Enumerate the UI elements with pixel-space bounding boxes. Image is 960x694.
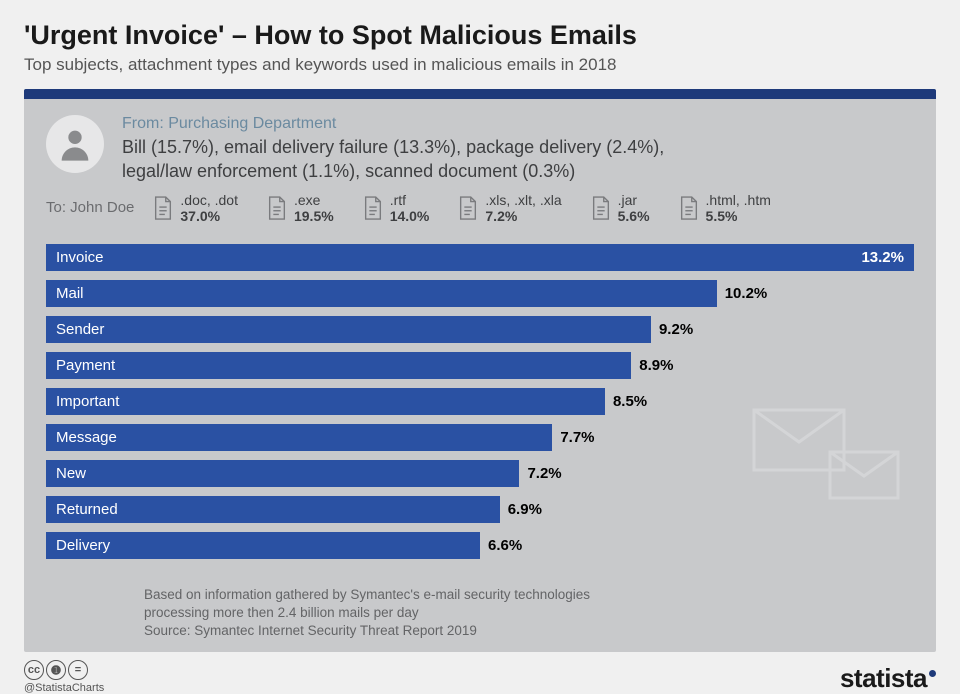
attachment-pct: 5.5% xyxy=(706,208,771,224)
cc-icons: cc ➊ = xyxy=(24,660,88,680)
bar-fill: Payment xyxy=(46,352,631,379)
bar-row: Mail 10.2% xyxy=(46,280,914,307)
bar-category: Mail xyxy=(56,285,84,302)
card-topbar xyxy=(24,89,936,99)
to-label: To: John Doe xyxy=(46,199,134,216)
statista-handle: @StatistaCharts xyxy=(24,682,104,694)
bar-value: 6.9% xyxy=(508,496,542,523)
logo-text: statista xyxy=(840,663,927,694)
bar-value: 8.9% xyxy=(639,352,673,379)
bar-row: Payment 8.9% xyxy=(46,352,914,379)
nd-icon: = xyxy=(68,660,88,680)
bar-value: 13.2% xyxy=(861,244,904,271)
bar-value: 7.7% xyxy=(560,424,594,451)
attachments-list: .doc, .dot37.0% .exe19.5% .rtf14.0% .xls, .… xyxy=(152,192,914,224)
attachment-text: .rtf14.0% xyxy=(390,192,430,224)
chart-subtitle: Top subjects, attachment types and keywo… xyxy=(24,55,936,75)
bar-fill: Sender xyxy=(46,316,651,343)
bar-value: 6.6% xyxy=(488,532,522,559)
bar-value: 10.2% xyxy=(725,280,768,307)
bar-category: Invoice xyxy=(56,249,104,266)
bar-fill: New xyxy=(46,460,519,487)
attachment-pct: 7.2% xyxy=(485,208,561,224)
bar-row: Delivery 6.6% xyxy=(46,532,914,559)
bar-row: Sender 9.2% xyxy=(46,316,914,343)
attachment-text: .doc, .dot37.0% xyxy=(180,192,238,224)
attachment-pct: 37.0% xyxy=(180,208,238,224)
person-icon xyxy=(55,124,95,164)
attachment-text: .jar5.6% xyxy=(618,192,650,224)
attachment-text: .exe19.5% xyxy=(294,192,334,224)
bar-chart: Invoice 13.2% Mail 10.2% Sender 9.2% Payment 8.… xyxy=(24,238,936,586)
attachment-pct: 14.0% xyxy=(390,208,430,224)
attachment-ext: .rtf xyxy=(390,192,430,208)
bar-value: 9.2% xyxy=(659,316,693,343)
attachment-pct: 19.5% xyxy=(294,208,334,224)
bar-fill: Mail xyxy=(46,280,717,307)
bar-fill: Delivery xyxy=(46,532,480,559)
bar-value: 7.2% xyxy=(527,460,561,487)
subjects-line: Bill (15.7%), email delivery failure (13… xyxy=(122,137,664,157)
cc-block: cc ➊ = @StatistaCharts xyxy=(24,660,104,694)
attachment-ext: .doc, .dot xyxy=(180,192,238,208)
attachment-text: .html, .htm5.5% xyxy=(706,192,771,224)
note-line: Based on information gathered by Symante… xyxy=(144,587,590,602)
attachment-item: .html, .htm5.5% xyxy=(678,192,771,224)
bar-fill: Invoice xyxy=(46,244,914,271)
attachment-item: .jar5.6% xyxy=(590,192,650,224)
attachment-item: .rtf14.0% xyxy=(362,192,430,224)
attachment-text: .xls, .xlt, .xla7.2% xyxy=(485,192,561,224)
bar-category: Payment xyxy=(56,357,115,374)
note-line: processing more then 2.4 billion mails p… xyxy=(144,605,419,620)
attachment-ext: .html, .htm xyxy=(706,192,771,208)
attachment-item: .xls, .xlt, .xla7.2% xyxy=(457,192,561,224)
attachment-ext: .jar xyxy=(618,192,650,208)
by-icon: ➊ xyxy=(46,660,66,680)
bar-category: Important xyxy=(56,393,119,410)
avatar xyxy=(46,115,104,173)
bottom-row: cc ➊ = @StatistaCharts statista xyxy=(24,660,936,694)
envelope-decoration xyxy=(752,408,902,513)
attachment-ext: .exe xyxy=(294,192,334,208)
from-label: From: Purchasing Department xyxy=(122,115,914,133)
bar-category: Returned xyxy=(56,501,118,518)
bar-category: New xyxy=(56,465,86,482)
bar-fill: Returned xyxy=(46,496,500,523)
from-block: From: Purchasing Department Bill (15.7%)… xyxy=(122,115,914,184)
logo-dot xyxy=(929,670,936,677)
cc-icon: cc xyxy=(24,660,44,680)
attachment-item: .exe19.5% xyxy=(266,192,334,224)
bar-fill: Message xyxy=(46,424,552,451)
bar-category: Message xyxy=(56,429,117,446)
email-header: From: Purchasing Department Bill (15.7%)… xyxy=(24,99,936,190)
bar-category: Sender xyxy=(56,321,104,338)
subjects-line: legal/law enforcement (1.1%), scanned do… xyxy=(122,161,575,181)
bar-value: 8.5% xyxy=(613,388,647,415)
source-line: Source: Symantec Internet Security Threa… xyxy=(144,623,477,638)
bar-row: Invoice 13.2% xyxy=(46,244,914,271)
chart-title: 'Urgent Invoice' – How to Spot Malicious… xyxy=(24,20,936,51)
bar-fill: Important xyxy=(46,388,605,415)
subjects-list: Bill (15.7%), email delivery failure (13… xyxy=(122,135,914,184)
attachment-pct: 5.6% xyxy=(618,208,650,224)
statista-logo: statista xyxy=(840,663,936,694)
chart-card: From: Purchasing Department Bill (15.7%)… xyxy=(24,89,936,652)
attachment-ext: .xls, .xlt, .xla xyxy=(485,192,561,208)
bar-category: Delivery xyxy=(56,537,110,554)
footer-note: Based on information gathered by Symante… xyxy=(24,586,936,653)
attachment-item: .doc, .dot37.0% xyxy=(152,192,238,224)
to-row: To: John Doe .doc, .dot37.0% .exe19.5% .rt… xyxy=(24,190,936,238)
